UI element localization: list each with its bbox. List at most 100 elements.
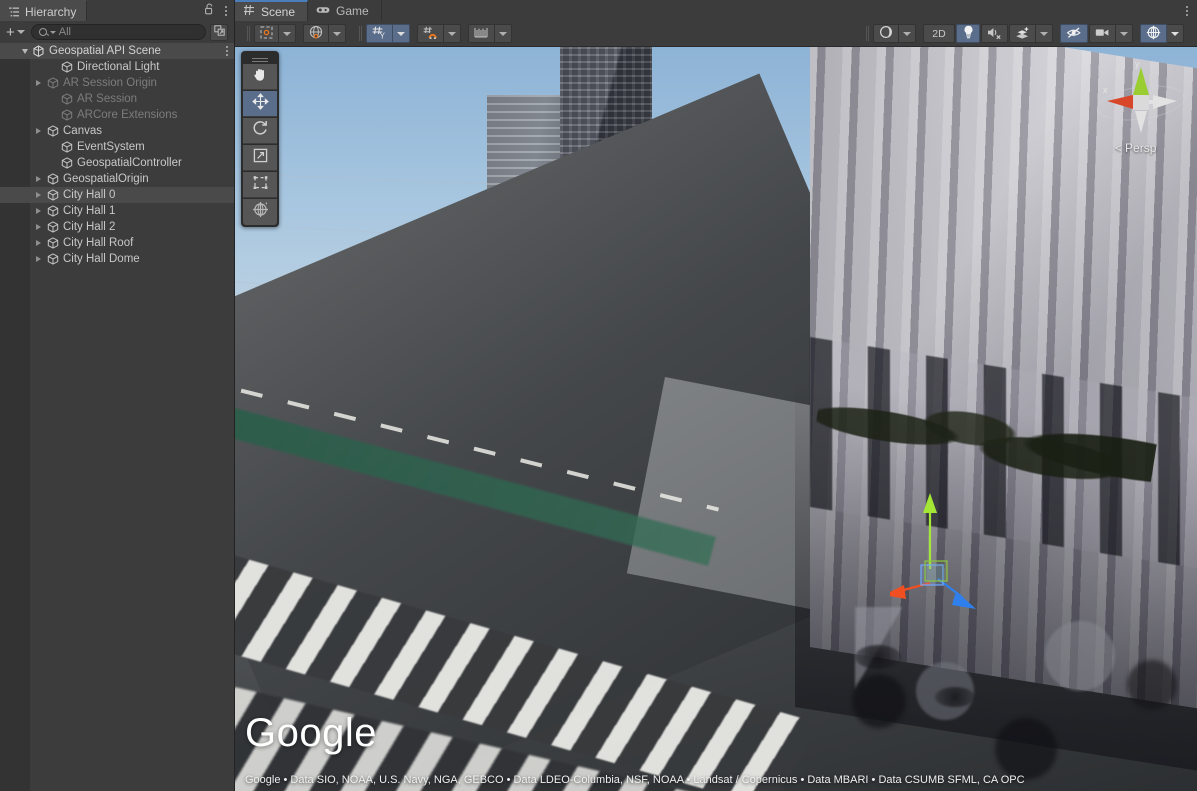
chevron-right-icon[interactable] (32, 192, 45, 198)
chevron-right-icon[interactable] (32, 240, 45, 246)
hierarchy-row[interactable]: City Hall Dome (0, 251, 234, 267)
hierarchy-panel: Hierarchy + (0, 0, 235, 791)
chevron-down-icon (17, 30, 25, 34)
gizmos-dropdown[interactable] (1167, 24, 1184, 43)
hierarchy-row-label: Geospatial API Scene (46, 45, 161, 57)
rect-transform-tool[interactable] (243, 172, 277, 198)
hierarchy-lock-button[interactable] (200, 0, 218, 21)
hierarchy-row[interactable]: City Hall 1 (0, 203, 234, 219)
grid-snap-magnet-icon (423, 26, 438, 42)
hierarchy-row-label: City Hall 1 (60, 205, 115, 217)
hierarchy-row[interactable]: GeospatialOrigin (0, 171, 234, 187)
grid-snapping-button[interactable] (417, 24, 444, 43)
transform-move-gizmo[interactable] (890, 487, 1010, 617)
gizmo-z-arrow (952, 591, 976, 609)
chevron-down-icon (397, 32, 405, 36)
scene-camera-dropdown[interactable] (1116, 24, 1133, 43)
toolbar-divider (359, 26, 360, 41)
gizmos-group (1140, 24, 1185, 43)
view-hand-tool[interactable] (243, 64, 277, 90)
gameobject-cube-icon (45, 221, 60, 233)
hierarchy-row[interactable]: ARCore Extensions (0, 107, 234, 123)
hierarchy-row[interactable]: AR Session (0, 91, 234, 107)
hierarchy-row[interactable]: AR Session Origin (0, 75, 234, 91)
grid-axis-dropdown[interactable] (393, 24, 410, 43)
gizmos-toggle-button[interactable] (1140, 24, 1167, 43)
create-object-button[interactable]: + (4, 25, 27, 40)
pivot-mode-dropdown[interactable] (279, 24, 296, 43)
tab-hierarchy[interactable]: Hierarchy (0, 0, 87, 21)
scene-camera-button[interactable] (1089, 24, 1116, 43)
tab-game[interactable]: Game (308, 0, 382, 21)
scene-fx-dropdown[interactable] (1036, 24, 1053, 43)
kebab-menu-icon (225, 6, 227, 16)
scene-lighting-button[interactable] (956, 24, 980, 43)
handle-space-dropdown[interactable] (329, 24, 346, 43)
hierarchy-tree[interactable]: Geospatial API Scene Directional Light AR … (0, 43, 234, 791)
chevron-right-icon[interactable] (32, 224, 45, 230)
google-watermark: Google (245, 711, 377, 756)
hierarchy-row[interactable]: GeospatialController (0, 155, 234, 171)
scene-menu-button[interactable] (1177, 0, 1197, 21)
chevron-right-icon[interactable] (32, 176, 45, 182)
scene-audio-button[interactable] (981, 24, 1008, 43)
grid-size-group (468, 24, 513, 43)
hand-icon (252, 66, 269, 88)
grid-axis-button[interactable]: Y (366, 24, 393, 43)
move-tool[interactable] (243, 91, 277, 117)
pivot-center-icon (260, 26, 273, 42)
hierarchy-row[interactable]: Directional Light (0, 59, 234, 75)
gameobject-cube-icon (45, 77, 60, 89)
2d-toggle-button[interactable]: 2D (923, 24, 955, 43)
search-placeholder: All (59, 26, 71, 38)
chevron-right-icon[interactable] (32, 128, 45, 134)
gameobject-cube-icon (59, 93, 74, 105)
grid-size-button[interactable] (468, 24, 495, 43)
scene-viewport[interactable]: y x < Persp (235, 47, 1197, 791)
draw-mode-button[interactable] (873, 24, 899, 43)
hierarchy-tabbar-spacer (87, 0, 200, 21)
hierarchy-menu-button[interactable] (218, 0, 234, 21)
rotate-tool[interactable] (243, 118, 277, 144)
hierarchy-row-label: Directional Light (74, 61, 159, 73)
unity-scene-icon (31, 45, 46, 58)
rotate-icon (252, 120, 269, 142)
chevron-right-icon[interactable] (32, 208, 45, 214)
scale-tool[interactable] (243, 145, 277, 171)
expand-panel-icon (214, 23, 225, 41)
hierarchy-toolbar: + All (0, 21, 234, 43)
hierarchy-row[interactable]: Geospatial API Scene (0, 43, 234, 59)
chevron-right-icon[interactable] (32, 80, 45, 86)
map-attribution-text: Google • Data SIO, NOAA, U.S. Navy, NGA,… (245, 774, 1025, 786)
gizmo-y-arrow (923, 493, 937, 513)
chevron-down-icon[interactable] (18, 49, 31, 54)
search-input[interactable]: All (31, 24, 206, 40)
hierarchy-row[interactable]: Canvas (0, 123, 234, 139)
hierarchy-row[interactable]: City Hall 0 (0, 187, 234, 203)
hierarchy-row[interactable]: City Hall Roof (0, 235, 234, 251)
hierarchy-row[interactable]: City Hall 2 (0, 219, 234, 235)
chevron-right-icon[interactable] (32, 256, 45, 262)
scene-grid-icon (243, 4, 255, 19)
hierarchy-row[interactable]: EventSystem (0, 139, 234, 155)
projection-mode-label[interactable]: < Persp (1115, 141, 1156, 155)
handle-space-button[interactable] (303, 24, 329, 43)
projection-mode-text: Persp (1125, 141, 1156, 155)
lightbulb-icon (963, 25, 974, 42)
tool-palette-drag-handle[interactable] (243, 53, 277, 63)
draw-mode-dropdown[interactable] (899, 24, 916, 43)
pivot-mode-button[interactable] (254, 24, 279, 43)
hidden-objects-button[interactable] (1060, 24, 1088, 43)
grid-size-dropdown[interactable] (495, 24, 512, 43)
row-menu-button[interactable] (226, 46, 228, 56)
grid-axis-group: Y (366, 24, 411, 43)
tab-scene[interactable]: Scene (235, 0, 308, 21)
tab-scene-label: Scene (261, 5, 295, 19)
transform-tool[interactable] (243, 199, 277, 225)
scene-fx-button[interactable] (1009, 24, 1036, 43)
scene-orientation-gizmo[interactable]: y x < Persp (1093, 55, 1189, 159)
expand-panel-button[interactable] (210, 24, 228, 41)
search-filter-chevron-icon (50, 31, 56, 34)
global-space-icon (309, 25, 323, 42)
grid-snapping-dropdown[interactable] (444, 24, 461, 43)
